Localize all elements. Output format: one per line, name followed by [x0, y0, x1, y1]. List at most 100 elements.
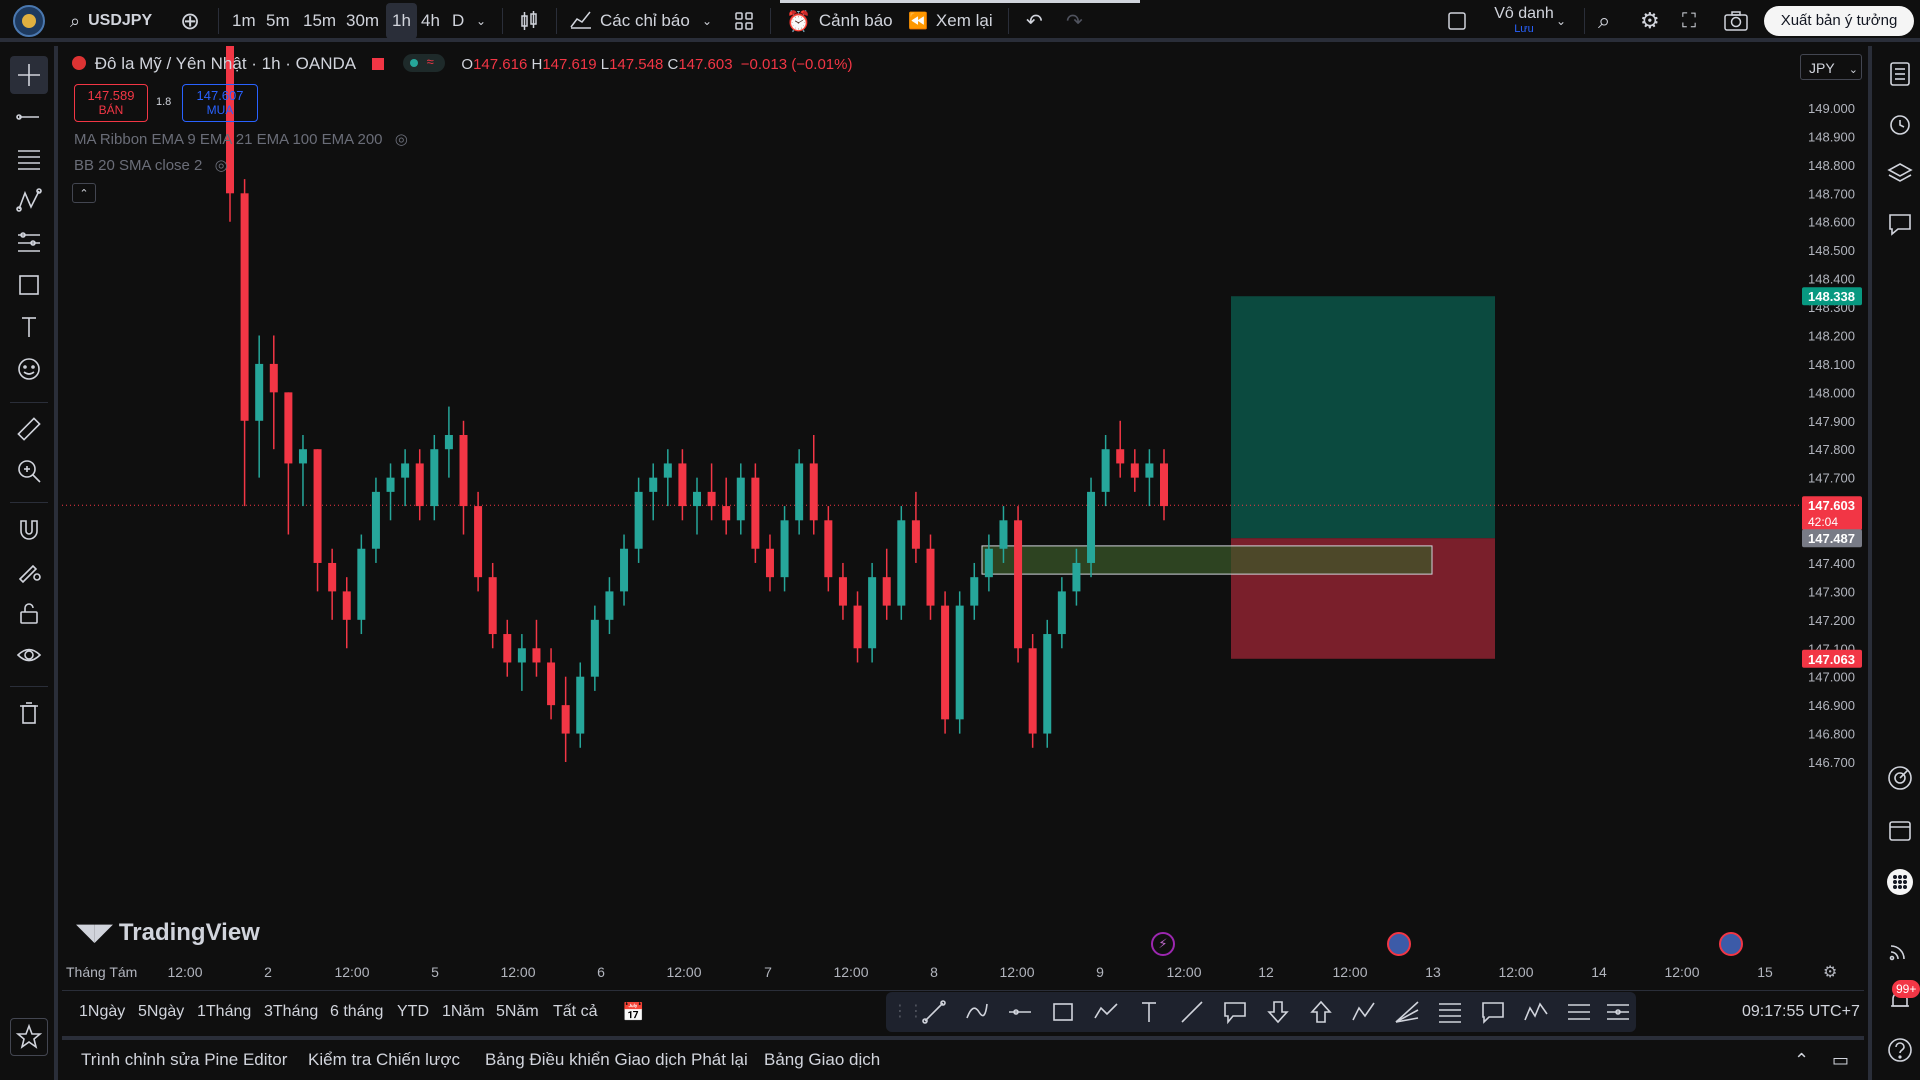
layout-square-icon[interactable]: [1446, 0, 1468, 42]
watchlist-icon[interactable]: [1882, 56, 1918, 92]
apps-grid-icon[interactable]: [1882, 864, 1918, 900]
ruler-icon[interactable]: [10, 410, 48, 448]
brush-icon[interactable]: [963, 998, 991, 1026]
eye-hidden-icon[interactable]: ◎: [395, 131, 408, 148]
symbol-legend[interactable]: Đô la Mỹ / Yên Nhật · 1h · OANDA ≈ O147.…: [72, 54, 852, 74]
price-axis[interactable]: 149.000 148.900 148.800 148.700 148.600 148.5…: [1800, 46, 1864, 986]
chart-canvas[interactable]: 149.000 148.900 148.800 148.700 148.600 148.5…: [62, 22, 1864, 986]
axis-settings-gear-icon[interactable]: ⚙: [1823, 962, 1837, 982]
symbol-search[interactable]: ⌕ USDJPY: [70, 0, 152, 42]
target-zone[interactable]: [1231, 296, 1495, 539]
calendar-icon[interactable]: [1882, 812, 1918, 848]
currency-select[interactable]: JPY ⌄: [1800, 54, 1862, 80]
buy-button[interactable]: 147.607 MUA: [182, 84, 258, 122]
clock-label[interactable]: 09:17:55 UTC+7: [1742, 991, 1860, 1033]
lock-drawing-icon[interactable]: [10, 552, 48, 590]
indicators-button[interactable]: Các chỉ báo: [570, 0, 690, 42]
range-all[interactable]: Tất cả: [553, 991, 597, 1033]
chevron-up-icon[interactable]: ⌃: [1794, 1040, 1809, 1080]
redo-icon[interactable]: ↷: [1066, 0, 1083, 42]
elliott-wave-icon[interactable]: [1522, 998, 1550, 1026]
parallel-channel-icon[interactable]: [1565, 998, 1593, 1026]
tab-trading-panel[interactable]: Bảng Giao dịch: [764, 1040, 880, 1080]
tf-5m[interactable]: 5m: [266, 0, 290, 42]
ray-icon[interactable]: [1178, 998, 1206, 1026]
chevron-down-icon[interactable]: ⌄: [702, 0, 712, 42]
tf-1h[interactable]: 1h: [386, 3, 417, 39]
maximize-panel-icon[interactable]: ▭: [1832, 1040, 1849, 1080]
us-flag-event-icon[interactable]: [1387, 932, 1411, 956]
help-icon[interactable]: [1882, 1032, 1918, 1068]
fib-fan-icon[interactable]: [1393, 998, 1421, 1026]
layouts-grid-icon[interactable]: [734, 0, 754, 42]
rectangle-icon[interactable]: [1049, 998, 1077, 1026]
arrow-up-icon[interactable]: [1307, 998, 1335, 1026]
range-ytd[interactable]: YTD: [397, 991, 429, 1033]
fullscreen-icon[interactable]: ⛶: [1682, 0, 1696, 42]
drag-handle-icon[interactable]: ⋮⋮: [892, 998, 924, 1026]
date-range-icon[interactable]: 📅: [622, 991, 644, 1033]
tf-4h[interactable]: 4h: [421, 0, 440, 42]
compare-add-icon[interactable]: ⊕: [180, 0, 200, 42]
chart-pane[interactable]: 149.000 148.900 148.800 148.700 148.600 148.5…: [62, 22, 1864, 986]
alarm-clock-icon[interactable]: [1882, 106, 1918, 142]
stop-price-label[interactable]: 147.063: [1802, 649, 1862, 668]
target-icon[interactable]: [1882, 760, 1918, 796]
current-price-label[interactable]: 147.603 42:04: [1802, 496, 1862, 531]
range-3m[interactable]: 3Tháng: [264, 991, 318, 1033]
text-icon[interactable]: [1135, 998, 1163, 1026]
range-5d[interactable]: 5Ngày: [138, 991, 184, 1033]
avatar[interactable]: [12, 0, 46, 42]
lock-icon[interactable]: [10, 594, 48, 632]
pattern-icon[interactable]: [10, 182, 48, 220]
collapse-legend-icon[interactable]: ⌃: [72, 183, 96, 203]
target-price-label[interactable]: 148.338: [1802, 287, 1862, 306]
quick-search-icon[interactable]: ⌕: [1598, 0, 1610, 42]
tab-replay-trading[interactable]: Bảng Điều khiển Giao dịch Phát lại: [485, 1040, 748, 1080]
gear-icon[interactable]: ⚙: [1640, 0, 1660, 42]
forecast-icon[interactable]: [10, 224, 48, 262]
tab-pine-editor[interactable]: Trình chỉnh sửa Pine Editor: [81, 1040, 287, 1080]
fib-retracement-icon[interactable]: [1436, 998, 1464, 1026]
arrow-down-icon[interactable]: [1264, 998, 1292, 1026]
zone-rectangle[interactable]: [981, 545, 1433, 575]
chevron-down-icon[interactable]: ⌄: [1556, 0, 1566, 42]
layers-icon[interactable]: [1882, 156, 1918, 192]
range-5y[interactable]: 5Năm: [496, 991, 539, 1033]
text-icon[interactable]: [10, 308, 48, 346]
indicator-bb[interactable]: BB 20 SMA close 2 ◎: [74, 156, 228, 174]
candle-type-icon[interactable]: [518, 0, 540, 42]
tab-strategy-tester[interactable]: Kiểm tra Chiến lược: [308, 1040, 460, 1080]
horizontal-line-icon[interactable]: [1006, 998, 1034, 1026]
note-icon[interactable]: [1479, 998, 1507, 1026]
crosshair-icon[interactable]: [10, 56, 48, 94]
tf-30m[interactable]: 30m: [346, 0, 379, 42]
lightning-event-icon[interactable]: ⚡: [1151, 932, 1175, 956]
publish-idea-button[interactable]: Xuất bản ý tưởng: [1764, 6, 1914, 36]
signal-icon[interactable]: [1882, 932, 1918, 968]
alerts-button[interactable]: ⏰ Cảnh báo: [786, 0, 893, 42]
camera-icon[interactable]: [1724, 0, 1748, 42]
range-1y[interactable]: 1Năm: [442, 991, 485, 1033]
undo-icon[interactable]: ↶: [1026, 0, 1043, 42]
callout-icon[interactable]: [1221, 998, 1249, 1026]
magnet-icon[interactable]: [10, 510, 48, 548]
trend-line-icon[interactable]: [920, 998, 948, 1026]
replay-button[interactable]: ⏪ Xem lại: [908, 0, 993, 42]
chevron-down-icon[interactable]: ⌄: [476, 0, 486, 42]
trash-icon[interactable]: [10, 694, 48, 732]
chat-icon[interactable]: [1882, 206, 1918, 242]
emoji-icon[interactable]: [10, 350, 48, 388]
layout-name[interactable]: Vô danh Lưu: [1484, 5, 1564, 35]
gann-box-icon[interactable]: [1604, 998, 1632, 1026]
range-1m[interactable]: 1Tháng: [197, 991, 251, 1033]
tf-1m[interactable]: 1m: [232, 0, 256, 42]
entry-price-label[interactable]: 147.487: [1802, 529, 1862, 548]
fib-lines-icon[interactable]: [10, 140, 48, 178]
eye-icon[interactable]: [10, 636, 48, 674]
rectangle-icon[interactable]: [10, 266, 48, 304]
time-axis[interactable]: Tháng Tám 12:00 2 12:00 5 12:00 6 12:00 7 12:00 8 1…: [66, 964, 1773, 980]
range-6m[interactable]: 6 tháng: [330, 991, 383, 1033]
star-icon[interactable]: [10, 1018, 48, 1056]
trend-line-icon[interactable]: [10, 98, 48, 136]
